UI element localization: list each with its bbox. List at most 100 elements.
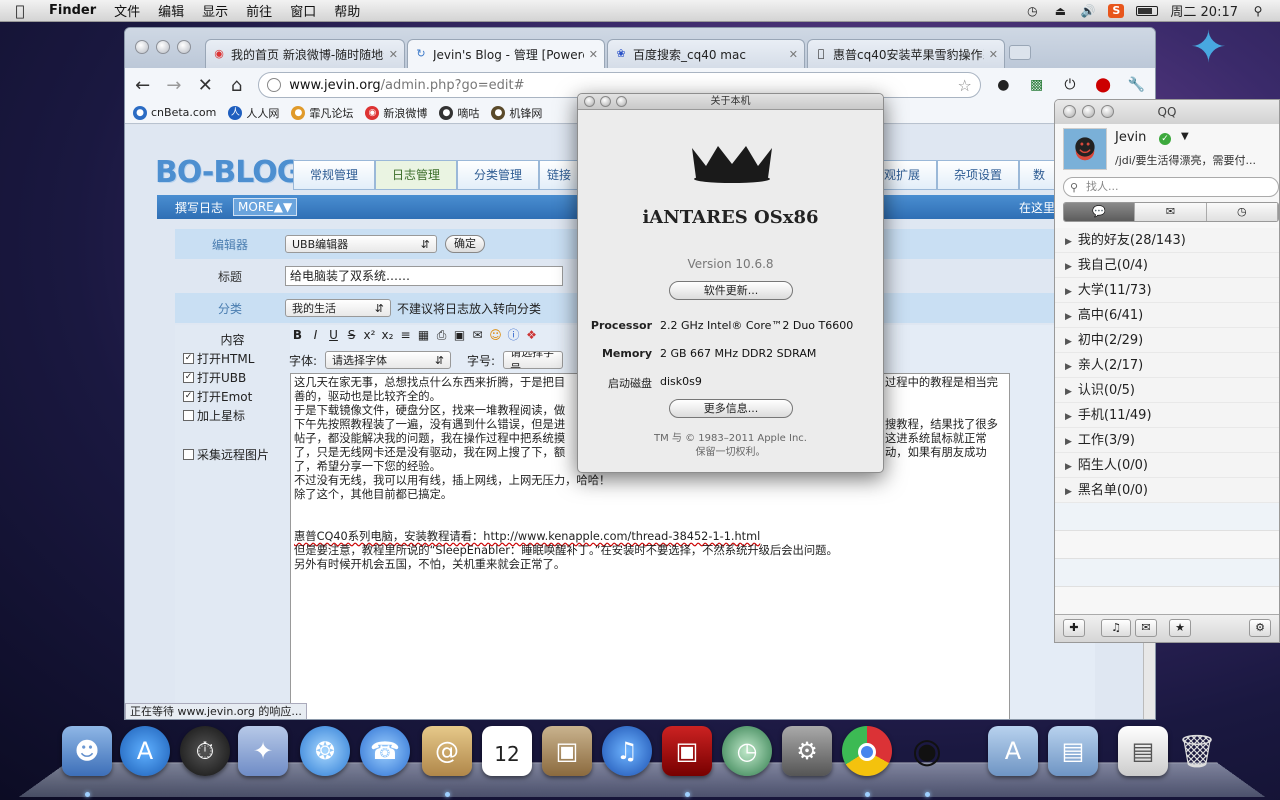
sound-icon[interactable]: ♫	[1101, 619, 1131, 637]
font-select[interactable]: 请选择字体 ⇵	[325, 351, 452, 369]
more-info-button[interactable]: 更多信息...	[669, 399, 793, 418]
document-stack-icon[interactable]: ▤	[1118, 726, 1168, 776]
more-dropdown[interactable]: MORE▲▼	[233, 198, 298, 216]
dashboard-icon[interactable]: ⏱	[180, 726, 230, 776]
emot-icon[interactable]: ☺	[489, 329, 502, 342]
menu-window[interactable]: 窗口	[281, 1, 325, 20]
minimize-qq-button[interactable]	[1082, 105, 1095, 118]
menu-file[interactable]: 文件	[105, 1, 149, 20]
bookmark-digu[interactable]: ● 嘀咕	[439, 105, 479, 121]
tab-weibo[interactable]: ◉ 我的首页 新浪微博-随时随地分 ✕	[205, 39, 405, 68]
category-select[interactable]: 我的生活 ⇵	[285, 299, 391, 317]
spotlight-search-icon[interactable]: ⚲	[1250, 4, 1266, 18]
menu-clock[interactable]: 周二 20:17	[1170, 1, 1238, 20]
software-update-button[interactable]: 软件更新...	[669, 281, 793, 300]
blog-logo[interactable]: BO-BLOG	[155, 155, 301, 190]
bold-icon[interactable]: B	[291, 329, 304, 342]
align-icon[interactable]: ≡	[399, 329, 412, 342]
email-icon[interactable]: ✉	[471, 329, 484, 342]
online-status-icon[interactable]: ✓	[1159, 133, 1171, 145]
tab-hp-apple[interactable]:  惠普cq40安装苹果雪豹操作系统 ✕	[807, 39, 1005, 68]
tab-groups[interactable]: ✉	[1135, 203, 1207, 221]
bookmark-cnbeta[interactable]: ● cnBeta.com	[133, 105, 216, 120]
tab-jevin-blog[interactable]: ↻ Jevin's Blog - 管理 [Powered ✕	[407, 39, 605, 68]
title-input[interactable]: 给电脑装了双系统……	[285, 266, 563, 286]
close-tab-icon[interactable]: ✕	[589, 48, 598, 61]
nav-data[interactable]: 数	[1019, 160, 1059, 190]
subscript-icon[interactable]: x₂	[381, 329, 394, 342]
time-machine-dock-icon[interactable]: ◷	[722, 726, 772, 776]
group-item[interactable]: ▶ 初中(2/29)	[1055, 328, 1279, 353]
favorites-icon[interactable]: ★	[1169, 619, 1191, 637]
avatar[interactable]: ☻	[1063, 128, 1107, 170]
address-book-icon[interactable]: @	[422, 726, 472, 776]
print-icon[interactable]: ⎙	[435, 329, 448, 342]
itunes-icon[interactable]: ♫	[602, 726, 652, 776]
group-item[interactable]: ▶ 亲人(2/17)	[1055, 353, 1279, 378]
app-store-icon[interactable]: A	[120, 726, 170, 776]
group-item[interactable]: ▶ 我的好友(28/143)	[1055, 228, 1279, 253]
confirm-button[interactable]: 确定	[445, 235, 485, 253]
incognito-extension-icon[interactable]: ●	[993, 74, 1014, 96]
italic-icon[interactable]: I	[309, 329, 322, 342]
weibo-menu-icon[interactable]: S	[1108, 3, 1125, 18]
battery-icon[interactable]	[1136, 5, 1159, 16]
image-icon[interactable]: ▣	[453, 329, 466, 342]
finder-icon[interactable]: ☻	[62, 726, 112, 776]
iphoto-icon[interactable]: ▣	[542, 726, 592, 776]
nav-categories[interactable]: 分类管理	[457, 160, 539, 190]
translate-extension-icon[interactable]: ▩	[1026, 74, 1047, 96]
flash-icon[interactable]: ❖	[525, 329, 538, 342]
group-item[interactable]: ▶ 我自己(0/4)	[1055, 253, 1279, 278]
close-tab-icon[interactable]: ✕	[789, 48, 798, 61]
add-contact-icon[interactable]: ✚	[1063, 619, 1085, 637]
menu-app-name[interactable]: Finder	[40, 3, 105, 18]
tab-baidu[interactable]: ❀ 百度搜索_cq40 mac ✕	[607, 39, 805, 68]
group-item[interactable]: ▶ 黑名单(0/0)	[1055, 478, 1279, 503]
close-window-button[interactable]	[135, 40, 149, 54]
apple-menu-icon[interactable]: 	[0, 2, 40, 20]
nav-posts[interactable]: 日志管理	[375, 160, 457, 190]
photo-booth-icon[interactable]: ▣	[662, 726, 712, 776]
minimize-dialog-button[interactable]	[600, 96, 611, 107]
wrench-menu-icon[interactable]: 🔧	[1126, 74, 1147, 96]
bookmark-feifan[interactable]: ● 霏凡论坛	[291, 105, 353, 121]
superscript-icon[interactable]: x²	[363, 329, 376, 342]
qq-search-input[interactable]: ⚲ 找人...	[1063, 177, 1279, 197]
menu-help[interactable]: 帮助	[325, 1, 369, 20]
applications-folder-icon[interactable]: A	[988, 726, 1038, 776]
new-tab-button[interactable]	[1009, 45, 1031, 60]
qq-signature[interactable]: /jdi/要生活得漂亮，需要付...	[1115, 152, 1256, 168]
trash-icon[interactable]: 🗑	[1172, 726, 1222, 776]
power-extension-icon[interactable]: ⏻	[1059, 74, 1080, 96]
group-item[interactable]: ▶ 认识(0/5)	[1055, 378, 1279, 403]
zoom-dialog-button[interactable]	[616, 96, 627, 107]
zoom-window-button[interactable]	[177, 40, 191, 54]
tab-contacts[interactable]: 💬	[1064, 203, 1136, 221]
qq-penguin-icon[interactable]: ◉	[902, 726, 952, 776]
time-machine-icon[interactable]: ◷	[1024, 4, 1040, 18]
status-dropdown-icon[interactable]: ▼	[1181, 131, 1189, 142]
close-tab-icon[interactable]: ✕	[989, 48, 998, 61]
group-item[interactable]: ▶ 高中(6/41)	[1055, 303, 1279, 328]
close-dialog-button[interactable]	[584, 96, 595, 107]
checkbox-open-ubb[interactable]: ✓ 打开UBB	[183, 369, 290, 386]
stop-loading-icon[interactable]: ✕	[196, 75, 215, 96]
size-select[interactable]: 请选择字号	[503, 351, 564, 369]
close-qq-button[interactable]	[1063, 105, 1076, 118]
stop-extension-icon[interactable]: ⬤	[1093, 74, 1114, 96]
table-icon[interactable]: ▦	[417, 329, 430, 342]
checkbox-open-emot[interactable]: ✓ 打开Emot	[183, 388, 290, 405]
info-icon[interactable]: ⓘ	[507, 329, 520, 342]
strikethrough-icon[interactable]: S	[345, 329, 358, 342]
forward-arrow-icon[interactable]: →	[164, 75, 183, 96]
nav-links[interactable]: 链接	[539, 160, 579, 190]
group-item[interactable]: ▶ 手机(11/49)	[1055, 403, 1279, 428]
eject-icon[interactable]: ⏏	[1052, 4, 1068, 18]
group-item[interactable]: ▶ 陌生人(0/0)	[1055, 453, 1279, 478]
menu-go[interactable]: 前往	[237, 1, 281, 20]
mail-stamp-icon[interactable]: ✦	[238, 726, 288, 776]
home-icon[interactable]: ⌂	[227, 75, 246, 96]
chrome-icon[interactable]	[842, 726, 892, 776]
checkbox-remote-images[interactable]: 采集远程图片	[183, 446, 290, 463]
